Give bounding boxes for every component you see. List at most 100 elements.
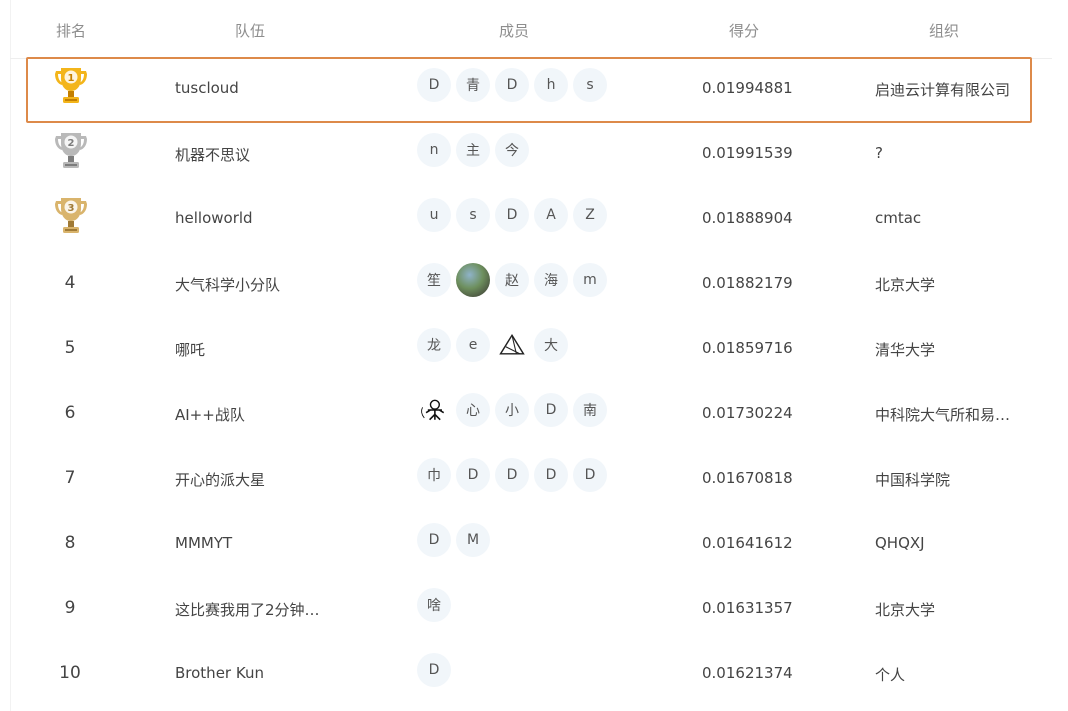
member-avatar[interactable]: Z bbox=[573, 198, 607, 232]
member-avatars: D青Dhs bbox=[417, 68, 607, 102]
table-row[interactable]: 3 helloworld u s D A Z 0.01888904 cmtac bbox=[0, 187, 1068, 252]
header-score[interactable]: 得分 bbox=[729, 20, 759, 41]
member-avatar[interactable]: M bbox=[456, 523, 490, 557]
table-row[interactable]: 1 tuscloud D 青 Dh s 0.01994881 启迪云计算有限公司 bbox=[0, 57, 1068, 123]
member-avatars: 巾DDDD bbox=[417, 458, 607, 492]
team-name[interactable]: 大气科学小分队 bbox=[175, 274, 280, 295]
team-name[interactable]: 哪吒 bbox=[175, 339, 205, 360]
score-value: 0.01670818 bbox=[702, 469, 793, 487]
member-avatar[interactable]: 今 bbox=[495, 133, 529, 167]
table-row[interactable]: 6 AI++战队 心小 D 南 0.01730224 中科院大气所和易… bbox=[0, 382, 1068, 447]
rank-number: 8 bbox=[64, 533, 76, 553]
score-value: 0.01859716 bbox=[702, 339, 793, 357]
member-avatar[interactable]: D bbox=[495, 198, 529, 232]
member-avatar[interactable]: 啥 bbox=[417, 588, 451, 622]
team-name[interactable]: helloworld bbox=[175, 209, 253, 227]
member-avatars: 心小D南 bbox=[417, 393, 607, 427]
team-name[interactable]: tuscloud bbox=[175, 79, 239, 97]
score-value: 0.01641612 bbox=[702, 534, 793, 552]
organization-name: 北京大学 bbox=[875, 276, 936, 294]
member-avatar[interactable]: e bbox=[456, 328, 490, 362]
member-avatar[interactable]: D bbox=[495, 458, 529, 492]
member-avatar[interactable]: 心 bbox=[456, 393, 490, 427]
header-rank[interactable]: 排名 bbox=[56, 20, 86, 41]
member-avatar[interactable]: s bbox=[456, 198, 490, 232]
rank-number: 5 bbox=[64, 338, 76, 358]
member-avatars: 啥 bbox=[417, 588, 451, 622]
member-avatar[interactable]: 龙 bbox=[417, 328, 451, 362]
table-header: 排名 队伍 成员 得分 组织 bbox=[0, 0, 1068, 58]
header-team[interactable]: 队伍 bbox=[235, 20, 265, 41]
member-avatar[interactable]: A bbox=[534, 198, 568, 232]
member-avatars: D bbox=[417, 653, 451, 687]
leaderboard: 排名 队伍 成员 得分 组织 1 tuscloud D 青 Dh s 0.01994881 启… bbox=[0, 0, 1068, 711]
svg-text:3: 3 bbox=[68, 203, 75, 214]
table-row[interactable]: 10 Brother Kun D 0.01621374 个人 bbox=[0, 642, 1068, 707]
member-avatar[interactable]: D bbox=[495, 68, 529, 102]
rank-number: 7 bbox=[64, 468, 76, 488]
member-avatar[interactable]: D bbox=[417, 653, 451, 687]
organization-name: 个人 bbox=[875, 666, 906, 684]
member-avatar[interactable]: m bbox=[573, 263, 607, 297]
member-avatar[interactable]: 笙 bbox=[417, 263, 451, 297]
table-row[interactable]: 8 MMMYT D M 0.01641612 QHQXJ bbox=[0, 512, 1068, 577]
member-avatar[interactable]: 小 bbox=[495, 393, 529, 427]
member-avatar[interactable]: D bbox=[534, 393, 568, 427]
member-avatar[interactable]: u bbox=[417, 198, 451, 232]
organization-name: 北京大学 bbox=[875, 601, 936, 619]
rank-number: 10 bbox=[59, 663, 81, 683]
team-name[interactable]: 这比赛我用了2分钟… bbox=[175, 599, 320, 620]
table-row[interactable]: 9 这比赛我用了2分钟… 啥 0.01631357 北京大学 bbox=[0, 577, 1068, 642]
score-value: 0.01621374 bbox=[702, 664, 793, 682]
member-avatar[interactable]: 海 bbox=[534, 263, 568, 297]
member-avatar-sketch-icon[interactable] bbox=[417, 393, 451, 427]
score-value: 0.01730224 bbox=[702, 404, 793, 422]
svg-text:1: 1 bbox=[68, 73, 75, 84]
table-row[interactable]: 4 大气科学小分队 笙 赵海 m 0.01882179 北京大学 bbox=[0, 252, 1068, 317]
member-avatars: usDAZ bbox=[417, 198, 607, 232]
team-name[interactable]: Brother Kun bbox=[175, 664, 264, 682]
organization-name: 中科院大气所和易… bbox=[875, 406, 1011, 424]
member-avatar[interactable]: 巾 bbox=[417, 458, 451, 492]
score-value: 0.01882179 bbox=[702, 274, 793, 292]
member-avatar[interactable]: D bbox=[534, 458, 568, 492]
score-value: 0.01888904 bbox=[702, 209, 793, 227]
table-row[interactable]: 5 哪吒 龙 e 大 0.01859716 清华大学 bbox=[0, 317, 1068, 382]
rank-number: 4 bbox=[64, 273, 76, 293]
score-value: 0.01994881 bbox=[702, 79, 793, 97]
team-name[interactable]: 开心的派大星 bbox=[175, 469, 265, 490]
member-avatar[interactable]: 大 bbox=[534, 328, 568, 362]
organization-name: 清华大学 bbox=[875, 341, 936, 359]
organization-name: ? bbox=[875, 144, 883, 162]
member-avatar[interactable]: 主 bbox=[456, 133, 490, 167]
member-avatar[interactable]: D bbox=[417, 523, 451, 557]
member-avatar[interactable]: s bbox=[573, 68, 607, 102]
member-avatar-photo[interactable] bbox=[456, 263, 490, 297]
member-avatar[interactable]: D bbox=[573, 458, 607, 492]
header-organization[interactable]: 组织 bbox=[929, 20, 959, 41]
table-row[interactable]: 2 机器不思议 n 主今 0.01991539? bbox=[0, 122, 1068, 187]
trophy-icon: 3 bbox=[52, 195, 90, 237]
team-name[interactable]: 机器不思议 bbox=[175, 144, 250, 165]
member-avatar[interactable]: D bbox=[417, 68, 451, 102]
rank-number: 9 bbox=[64, 598, 76, 618]
table-row[interactable]: 7 开心的派大星巾 D D D D 0.01670818 中国科学院 bbox=[0, 447, 1068, 512]
member-avatars: 笙 赵海m bbox=[417, 263, 607, 297]
member-avatar[interactable]: 赵 bbox=[495, 263, 529, 297]
member-avatar-triangle-icon[interactable] bbox=[495, 328, 529, 362]
member-avatar[interactable]: D bbox=[456, 458, 490, 492]
member-avatars: 龙e 大 bbox=[417, 328, 568, 362]
score-value: 0.01991539 bbox=[702, 144, 793, 162]
team-name[interactable]: AI++战队 bbox=[175, 404, 245, 425]
trophy-icon: 2 bbox=[52, 130, 90, 172]
svg-text:2: 2 bbox=[68, 138, 75, 149]
header-members[interactable]: 成员 bbox=[499, 20, 529, 41]
member-avatar[interactable]: 南 bbox=[573, 393, 607, 427]
member-avatar[interactable]: n bbox=[417, 133, 451, 167]
team-name[interactable]: MMMYT bbox=[175, 534, 232, 552]
member-avatar[interactable]: h bbox=[534, 68, 568, 102]
organization-name: 启迪云计算有限公司 bbox=[875, 81, 1011, 99]
rank-number: 6 bbox=[64, 403, 76, 423]
organization-name: QHQXJ bbox=[875, 534, 925, 552]
member-avatar[interactable]: 青 bbox=[456, 68, 490, 102]
